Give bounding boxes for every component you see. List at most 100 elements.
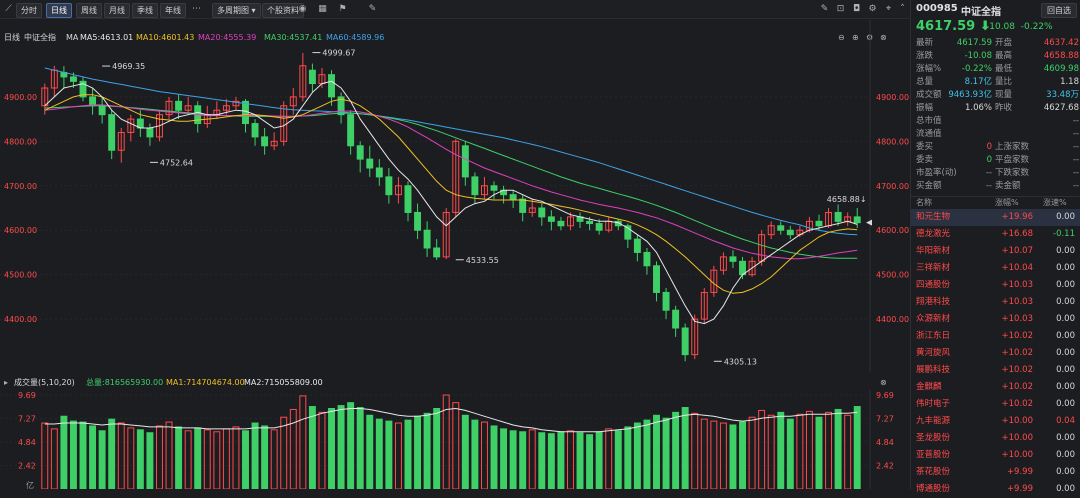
lock-icon[interactable]: ⊡: [834, 3, 847, 16]
candle-body: [423, 229, 431, 249]
volume-bar: [184, 430, 192, 489]
candle-body: [777, 225, 785, 231]
volume-bar: [222, 428, 230, 489]
tab-intraday[interactable]: 分时: [16, 3, 42, 18]
ranking-pct: +10.00: [1001, 416, 1033, 426]
flag-icon[interactable]: ⚑: [336, 3, 349, 16]
ranking-row[interactable]: 华阳新材 +10.07 0.00: [911, 243, 1080, 260]
ranking-row[interactable]: 翔港科技 +10.03 0.00: [911, 294, 1080, 311]
volume-bar: [433, 407, 441, 489]
camera-icon[interactable]: ◘: [850, 3, 863, 16]
quote-value: 4658.88: [1043, 51, 1079, 61]
volume-bar: [117, 422, 125, 489]
candle-body: [853, 216, 861, 224]
ranking-speed: 0.00: [1056, 246, 1075, 256]
tab-weekly[interactable]: 周线: [76, 3, 102, 18]
volume-bar: [700, 418, 708, 489]
ranking-speed: 0.00: [1056, 433, 1075, 443]
quote-value: 1.06%: [964, 103, 992, 113]
pin-icon[interactable]: ⌖: [882, 3, 895, 16]
edit-icon[interactable]: ✎: [818, 3, 831, 16]
ranking-pct: +10.02: [1001, 399, 1033, 409]
ranking-speed: 0.00: [1056, 348, 1075, 358]
multi-period-dropdown[interactable]: 多周期图 ▾: [212, 3, 261, 18]
volume-bar: [825, 411, 833, 489]
tab-monthly[interactable]: 月线: [104, 3, 130, 18]
volume-bar: [69, 420, 77, 489]
ranking-speed: 0.00: [1056, 297, 1075, 307]
ranking-speed: 0.00: [1056, 484, 1075, 494]
quote-row: 涨跌 -10.08 最高 4658.88: [911, 51, 1080, 62]
ranking-row[interactable]: 博通股份 +9.99 0.00: [911, 481, 1080, 498]
volume-chart[interactable]: 9.69 9.69 7.27 7.27 4.84 4.84 2.42 2.42 亿: [0, 390, 910, 489]
more-icon[interactable]: ⋯: [190, 3, 203, 16]
volume-bar: [194, 427, 202, 489]
grid-icon[interactable]: ▦: [316, 3, 329, 16]
ranking-row[interactable]: 和元生物 +19.96 0.00: [911, 209, 1080, 226]
ranking-row[interactable]: 浙江东日 +10.02 0.00: [911, 328, 1080, 345]
chevron-up-icon[interactable]: ˄: [896, 3, 909, 16]
volume-close-icon[interactable]: ⊗: [880, 377, 887, 389]
volume-tick-right: 2.42: [876, 462, 894, 471]
candle-body: [519, 198, 527, 213]
volume-menu-icon[interactable]: ▸: [4, 377, 8, 389]
stock-chart-window: ⟋ 分时 日线 周线 月线 季线 年线 ⋯ 多周期图 ▾ 个股资料 ◉ ▦ ⚑ …: [0, 0, 1080, 494]
volume-bar: [739, 421, 746, 489]
eye-icon[interactable]: ◉: [296, 3, 309, 16]
quote-value: --: [1072, 142, 1079, 152]
ranking-row[interactable]: 九丰能源 +10.00 0.04: [911, 413, 1080, 430]
ranking-row[interactable]: 众源新材 +10.03 0.00: [911, 311, 1080, 328]
quote-value: -0.22%: [961, 64, 992, 74]
ranking-pct: +10.02: [1001, 348, 1033, 358]
volume-bar: [844, 414, 852, 489]
eraser-icon[interactable]: ✎: [366, 3, 379, 16]
quote-value: 1.18: [1060, 77, 1079, 87]
candle-body: [547, 216, 555, 222]
ranking-row[interactable]: 黄河旋风 +10.02 0.00: [911, 345, 1080, 362]
candle-body: [557, 220, 565, 227]
candle-body: [308, 69, 316, 85]
tab-daily[interactable]: 日线: [46, 3, 72, 18]
volume-bar: [480, 421, 488, 489]
quote-key: 最新: [916, 38, 934, 48]
volume-bar: [98, 430, 106, 489]
ranking-row[interactable]: 展鹏科技 +10.02 0.00: [911, 362, 1080, 379]
ranking-row[interactable]: 茶花股份 +9.99 0.00: [911, 464, 1080, 481]
quote-row: 总市值 --: [911, 116, 1080, 127]
price-tick-left: 4600.00: [4, 226, 37, 235]
draw-tool-icon[interactable]: ⟋: [2, 3, 15, 16]
back-to-watchlist-button[interactable]: 回自选: [1041, 3, 1077, 18]
col-name[interactable]: 名称: [916, 197, 932, 209]
volume-bar: [643, 419, 651, 489]
col-pct[interactable]: 涨幅%: [995, 197, 1019, 209]
volume-bar: [156, 425, 163, 489]
ranking-pct: +10.07: [1001, 246, 1033, 256]
ranking-row[interactable]: 伟时电子 +10.02 0.00: [911, 396, 1080, 413]
ranking-stock-name: 翔港科技: [916, 297, 951, 307]
quote-key: 市盈率(动): [916, 168, 957, 178]
stock-code: 000985: [916, 3, 958, 14]
price-change-pct: -0.22%: [1020, 22, 1053, 32]
col-speed[interactable]: 涨速%: [1043, 197, 1067, 209]
ranking-row[interactable]: 金麒麟 +10.02 0.00: [911, 379, 1080, 396]
volume-bar: [461, 414, 469, 489]
ranking-row[interactable]: 四通股份 +10.03 0.00: [911, 277, 1080, 294]
tab-yearly[interactable]: 年线: [160, 3, 186, 18]
ranking-pct: +10.02: [1001, 365, 1033, 375]
volume-bar: [805, 410, 813, 489]
ranking-row[interactable]: 三祥新材 +10.04 0.00: [911, 260, 1080, 277]
quote-row: 委买 0 上涨家数 --: [911, 142, 1080, 153]
candlestick-chart[interactable]: 4900.00 4900.00 4800.00 4800.00 4700.00 4700.…: [0, 20, 910, 372]
quote-row: 委卖 0 平盘家数 --: [911, 155, 1080, 166]
ranking-row[interactable]: 德龙激光 +16.68 -0.11: [911, 226, 1080, 243]
gear-icon[interactable]: ⚙: [866, 3, 879, 16]
tab-quarterly[interactable]: 季线: [132, 3, 158, 18]
ranking-row[interactable]: 亚普股份 +10.00 0.00: [911, 447, 1080, 464]
volume-bar: [375, 418, 383, 489]
candle-body: [509, 194, 517, 200]
volume-bar: [366, 414, 374, 489]
volume-bar: [777, 411, 785, 489]
candle-body: [98, 105, 106, 116]
candle-body: [786, 229, 794, 236]
ranking-row[interactable]: 圣龙股份 +10.00 0.00: [911, 430, 1080, 447]
